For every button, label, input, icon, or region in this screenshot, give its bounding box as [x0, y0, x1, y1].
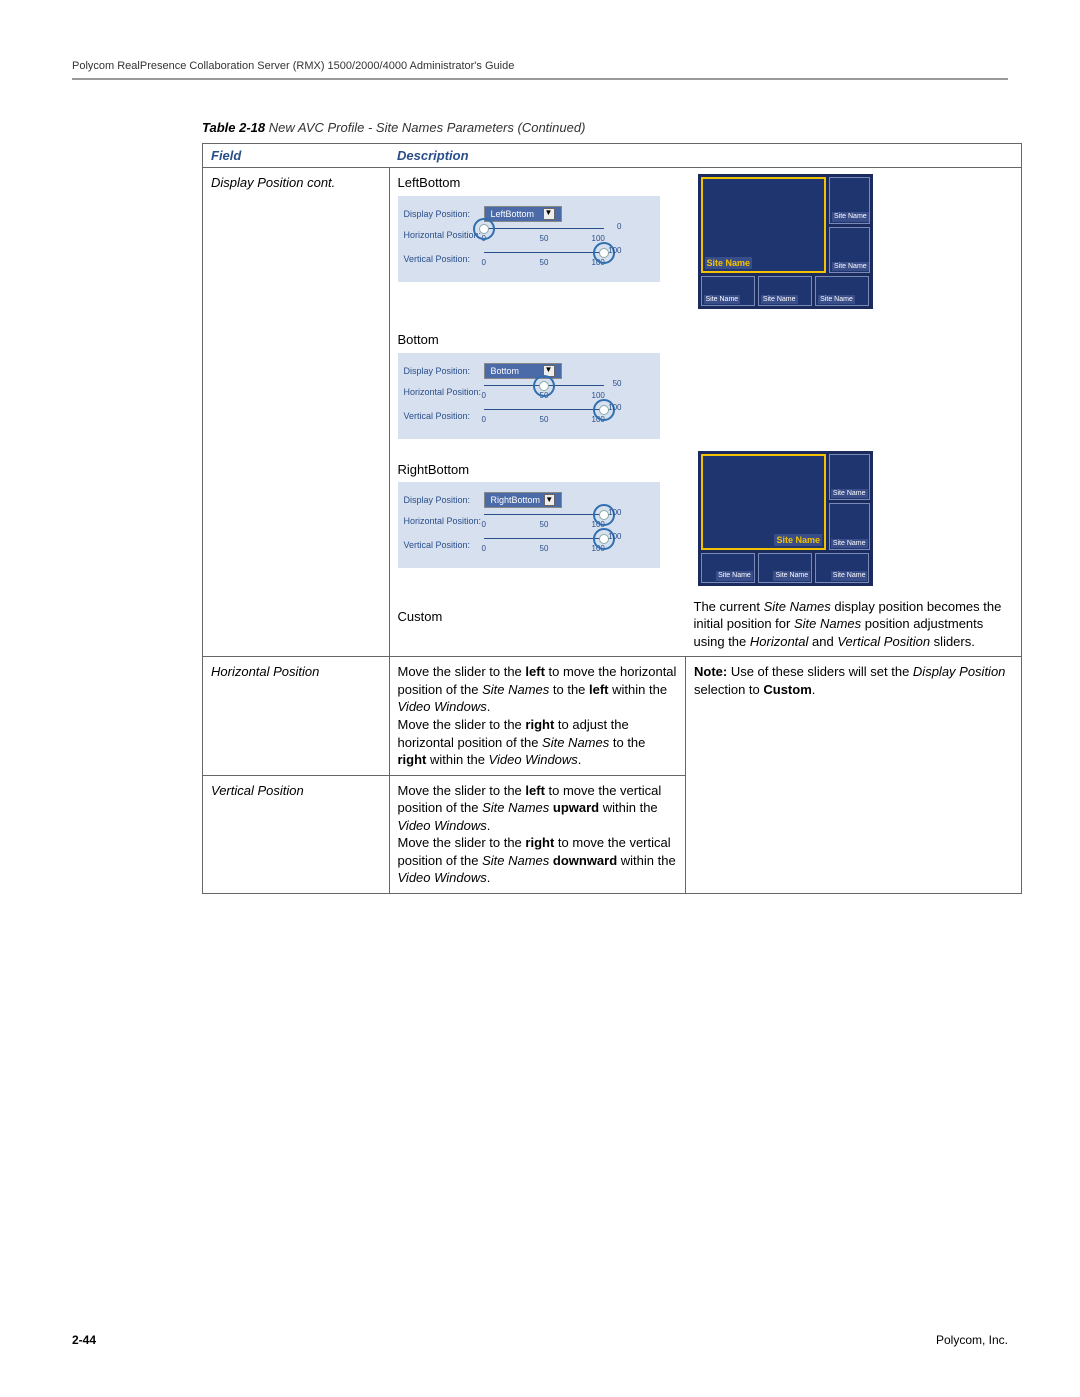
slider-horizontal[interactable]: 0 50 100 100	[484, 510, 604, 532]
select-display-position[interactable]: LeftBottom ▼	[484, 206, 562, 222]
label-rightbottom: RightBottom	[398, 461, 678, 479]
chevron-down-icon: ▼	[543, 208, 555, 220]
field-display-position: Display Position cont.	[203, 168, 390, 316]
table-id: Table 2-18	[202, 120, 265, 135]
layout-preview: Site Name Site Name Site Name Site Name …	[698, 451, 873, 586]
label-custom: Custom	[398, 608, 678, 626]
chevron-down-icon: ▼	[544, 494, 554, 506]
field-vertical-position: Vertical Position	[203, 775, 390, 893]
slider-horizontal[interactable]: 0 50 100 0	[484, 224, 604, 246]
custom-explain: The current Site Names display position …	[686, 592, 1022, 657]
select-display-position[interactable]: RightBottom ▼	[484, 492, 562, 508]
slider-vertical[interactable]: 0 50 100 100	[484, 405, 604, 427]
label-bottom: Bottom	[398, 331, 678, 349]
page-footer: 2-44 Polycom, Inc.	[72, 1333, 1008, 1347]
panel-rightbottom: Display Position: RightBottom ▼ Horizont…	[398, 482, 660, 568]
company-name: Polycom, Inc.	[936, 1333, 1008, 1347]
desc-leftbottom: LeftBottom Display Position: LeftBottom …	[389, 168, 686, 316]
desc-vertical-position: Move the slider to the left to move the …	[389, 775, 686, 893]
slider-vertical[interactable]: 0 50 100 100	[484, 248, 604, 270]
desc-rightbottom: RightBottom Display Position: RightBotto…	[389, 445, 686, 592]
layout-preview: Site Name Site Name Site Name Site Name …	[698, 174, 873, 309]
desc-custom: Custom	[389, 592, 686, 657]
label-leftbottom: LeftBottom	[398, 174, 678, 192]
preview-rightbottom: Site Name Site Name Site Name Site Name …	[686, 445, 1022, 592]
slider-vertical[interactable]: 0 50 100 100	[484, 534, 604, 556]
panel-leftbottom: Display Position: LeftBottom ▼ Horizonta…	[398, 196, 660, 282]
parameters-table: Field Description Display Position cont.…	[202, 143, 1022, 894]
col-field: Field	[203, 144, 390, 168]
col-description: Description	[389, 144, 1022, 168]
field-horizontal-position: Horizontal Position	[203, 657, 390, 775]
preview-leftbottom: Site Name Site Name Site Name Site Name …	[686, 168, 1022, 316]
page-header: Polycom RealPresence Collaboration Serve…	[72, 60, 1008, 80]
page-number: 2-44	[72, 1333, 96, 1347]
note-sliders: Note: Use of these sliders will set the …	[686, 657, 1022, 894]
table-title: New AVC Profile - Site Names Parameters …	[269, 120, 586, 135]
panel-bottom: Display Position: Bottom ▼ Horizontal Po…	[398, 353, 660, 439]
table-caption: Table 2-18 New AVC Profile - Site Names …	[202, 120, 1008, 135]
desc-horizontal-position: Move the slider to the left to move the …	[389, 657, 686, 775]
slider-horizontal[interactable]: 0 50 100 50	[484, 381, 604, 403]
desc-bottom: Bottom Display Position: Bottom ▼ Horizo…	[389, 315, 686, 445]
